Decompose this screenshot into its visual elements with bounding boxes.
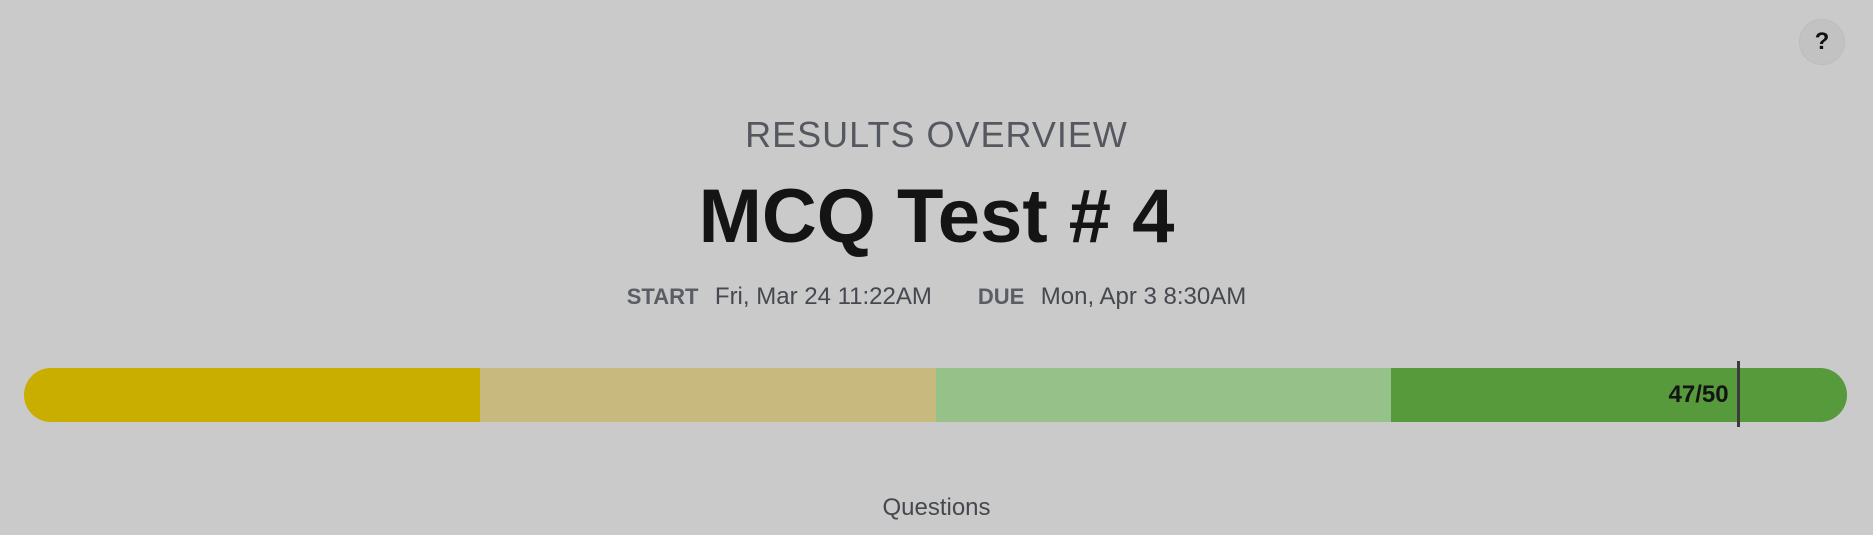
progress-segment-1 (24, 368, 480, 422)
progress-segment-4 (1391, 368, 1847, 422)
page-title: MCQ Test # 4 (698, 174, 1175, 259)
questions-heading[interactable]: Questions (0, 492, 1873, 524)
score-progress-bar (24, 368, 1847, 422)
score-marker (1736, 361, 1740, 427)
start-value: Fri, Mar 24 11:22AM (714, 283, 932, 310)
date-row: START Fri, Mar 24 11:22AM DUE Mon, Apr 3… (0, 280, 1873, 317)
page-subtitle: RESULTS OVERVIEW (745, 114, 1128, 155)
help-button[interactable]: ? (1799, 19, 1845, 65)
progress-segment-2 (479, 368, 936, 422)
score-label: 47/50 (1668, 381, 1729, 408)
due-date: DUE Mon, Apr 3 8:30AM (978, 280, 1246, 317)
progress-segment-3 (935, 368, 1392, 422)
start-date: START Fri, Mar 24 11:22AM (627, 280, 932, 317)
start-label: START (626, 284, 699, 309)
due-value: Mon, Apr 3 8:30AM (1040, 283, 1247, 310)
due-label: DUE (977, 284, 1025, 309)
